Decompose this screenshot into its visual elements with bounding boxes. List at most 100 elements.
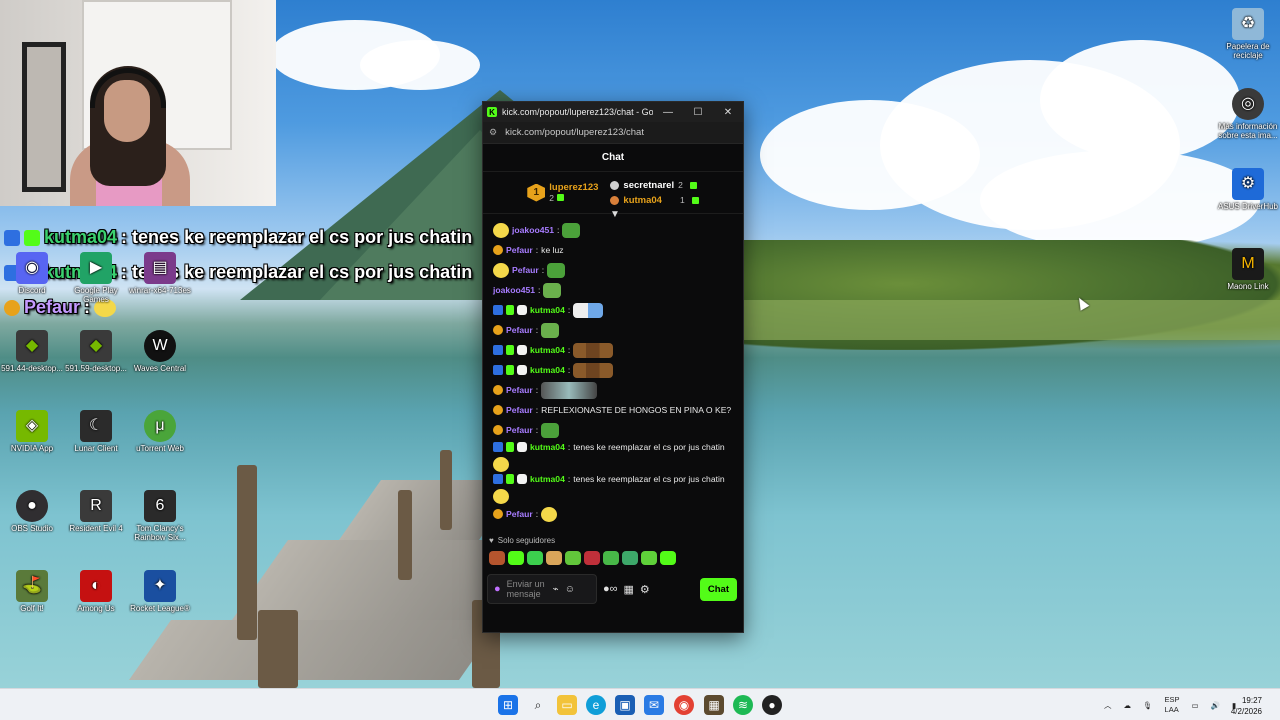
spotlight-icon: ◎ [1232, 88, 1264, 120]
chat-message: Pefaur: REFLEXIONASTE DE HONGOS EN PINA O… [493, 400, 735, 420]
obs-taskbar-icon[interactable]: ● [762, 695, 782, 715]
store-icon[interactable]: ▦ [624, 583, 634, 596]
gifter-row[interactable]: kutma04 1 [610, 195, 699, 206]
volume-icon[interactable]: 🔊 [1211, 701, 1220, 710]
resident-evil-icon: R [80, 490, 112, 522]
desktop-icon-golf-it[interactable]: ⛳ Golf It! [0, 570, 64, 614]
gift-icon [557, 194, 565, 201]
tray-overflow-chevron-icon[interactable]: ︿ [1104, 700, 1112, 711]
winrar-icon: ▤ [144, 252, 176, 284]
desktop-icon-recycle-bin[interactable]: ♻ Papelera de reciclaje [1216, 8, 1280, 61]
chrome-icon[interactable]: ◉ [674, 695, 694, 715]
bot-badge-icon [517, 305, 527, 315]
desktop-icon-asus-driverhub[interactable]: ⚙ ASUS DriverHub [1216, 168, 1280, 212]
nvidia-icon: ◈ [16, 410, 48, 442]
send-chat-button[interactable]: Chat [699, 577, 737, 601]
chat-message: joakoo451: [493, 280, 735, 300]
chat-message: Pefaur: [493, 420, 735, 440]
emoji-icon[interactable]: ☺ [565, 584, 575, 595]
input-language[interactable]: ESP LAA [1165, 695, 1180, 715]
gifter-row[interactable]: secretnarel 2 [610, 180, 698, 191]
maono-icon: M [1232, 248, 1264, 280]
emote-button[interactable] [508, 551, 524, 565]
commands-icon[interactable]: ⌁ [553, 584, 559, 595]
window-titlebar[interactable]: K kick.com/popout/luperez123/chat - Goog… [483, 102, 743, 122]
chat-message: kutma04: [493, 360, 735, 380]
close-button[interactable]: ✕ [713, 102, 743, 122]
chat-message: Pefaur: [493, 320, 735, 340]
emote-button[interactable] [641, 551, 657, 565]
minecraft-icon[interactable]: ▦ [704, 695, 724, 715]
maximize-button[interactable]: ☐ [683, 102, 713, 122]
edge-icon[interactable]: e [586, 695, 606, 715]
windows-start-icon[interactable]: ⊞ [498, 695, 518, 715]
url-text[interactable]: kick.com/popout/luperez123/chat [505, 127, 644, 138]
google-play-games-icon: ▶ [80, 252, 112, 284]
rank-bronze-icon [610, 195, 620, 205]
heart-icon: ♥ [489, 535, 494, 545]
taskbar: ⊞ ⌕ ▭ e ▣ ✉ ◉ ▦ ≋ ● ︿ ☁ 🎙 ESP LAA ▭ 🔊 ▮ 1… [0, 688, 1280, 720]
search-icon[interactable]: ⌕ [528, 695, 548, 715]
message-input[interactable]: ● Enviar un mensaje ⌁ ☺ [487, 574, 597, 604]
desktop-icon-obs-studio[interactable]: ● OBS Studio [0, 490, 64, 534]
file-explorer-icon[interactable]: ▭ [557, 695, 577, 715]
desktop-icon-nvidia-driver-2[interactable]: ◆ 591.59-desktop... [64, 330, 128, 374]
settings-gear-icon[interactable]: ⚙ [640, 583, 650, 596]
desktop-icon-among-us[interactable]: ◐ Among Us [64, 570, 128, 614]
chat-message: Pefaur: ke luz [493, 240, 735, 260]
chat-message: joakoo451: [493, 220, 735, 240]
desktop-icon-discord[interactable]: ◉ Discord [0, 252, 64, 296]
rank-silver-icon [610, 180, 620, 190]
nvidia-installer-icon: ◆ [16, 330, 48, 362]
address-bar[interactable]: ⚙ kick.com/popout/luperez123/chat [483, 122, 743, 144]
waves-icon: W [144, 330, 176, 362]
gifter-name: luperez123 [549, 182, 599, 193]
monitor-icon[interactable]: ▭ [1192, 701, 1199, 710]
asus-driverhub-icon: ⚙ [1232, 168, 1264, 200]
desktop-icon-winrar[interactable]: ▤ winrar-x64-713es [128, 252, 192, 296]
microphone-tray-icon[interactable]: 🎙 [1143, 701, 1153, 710]
desktop-icon-rainbow-six[interactable]: 6 Tom Clancy's Rainbow Six... [128, 490, 192, 543]
message-placeholder: Enviar un mensaje [506, 579, 545, 599]
golf-it-icon: ⛳ [16, 570, 48, 602]
emote-button[interactable] [603, 551, 619, 565]
emote-button[interactable] [527, 551, 543, 565]
lunar-client-icon: ☾ [80, 410, 112, 442]
desktop-icon-nvidia-app[interactable]: ◈ NVIDIA App [0, 410, 64, 454]
emote-button[interactable] [660, 551, 676, 565]
chat-message: Pefaur: [493, 260, 735, 280]
store-app-icon[interactable]: ▣ [615, 695, 635, 715]
desktop-icon-google-play-games[interactable]: ▶ Google Play Games [64, 252, 128, 305]
desktop-icon-image-info[interactable]: ◎ Más información sobre esta ima... [1216, 88, 1280, 141]
desktop-icon-utorrent[interactable]: μ uTorrent Web [128, 410, 192, 454]
desktop-icon-nvidia-driver-1[interactable]: ◆ 591.44-desktop... [0, 330, 64, 374]
emote-button[interactable] [565, 551, 581, 565]
microphone-icon[interactable]: ● [494, 583, 501, 595]
desktop-icon-resident-evil-4[interactable]: R Resident Evil 4 [64, 490, 128, 534]
desktop-icon-waves-central[interactable]: W Waves Central [128, 330, 192, 374]
clock[interactable]: 19:27 4/2/2026 [1231, 695, 1262, 717]
chat-message: kutma04: [493, 300, 735, 320]
users-icon[interactable]: ●∞ [603, 583, 618, 595]
desktop-icon-maono-link[interactable]: M Maono Link [1216, 248, 1280, 292]
top-gifter[interactable]: 1 luperez123 2 [527, 182, 598, 203]
outlook-icon[interactable]: ✉ [644, 695, 664, 715]
chat-popout-window: K kick.com/popout/luperez123/chat - Goog… [482, 101, 744, 633]
network-cloud-icon[interactable]: ☁ [1124, 701, 1132, 710]
emote-button[interactable] [584, 551, 600, 565]
desktop-icon-lunar-client[interactable]: ☾ Lunar Client [64, 410, 128, 454]
rainbow-six-icon: 6 [144, 490, 176, 522]
emote-button[interactable] [546, 551, 562, 565]
emote-button[interactable] [489, 551, 505, 565]
quick-emote-bar [483, 546, 743, 570]
emote-button[interactable] [622, 551, 638, 565]
site-settings-icon[interactable]: ⚙ [489, 127, 497, 138]
rocket-league-icon: ✦ [144, 570, 176, 602]
chat-header: Chat [483, 144, 743, 172]
window-title: kick.com/popout/luperez123/chat - Googl.… [502, 107, 653, 117]
recycle-bin-icon: ♻ [1232, 8, 1264, 40]
minimize-button[interactable]: — [653, 102, 683, 122]
desktop-icon-rocket-league[interactable]: ✦ Rocket League® [128, 570, 192, 614]
spotify-icon[interactable]: ≋ [733, 695, 753, 715]
coin-badge-icon [493, 245, 503, 255]
